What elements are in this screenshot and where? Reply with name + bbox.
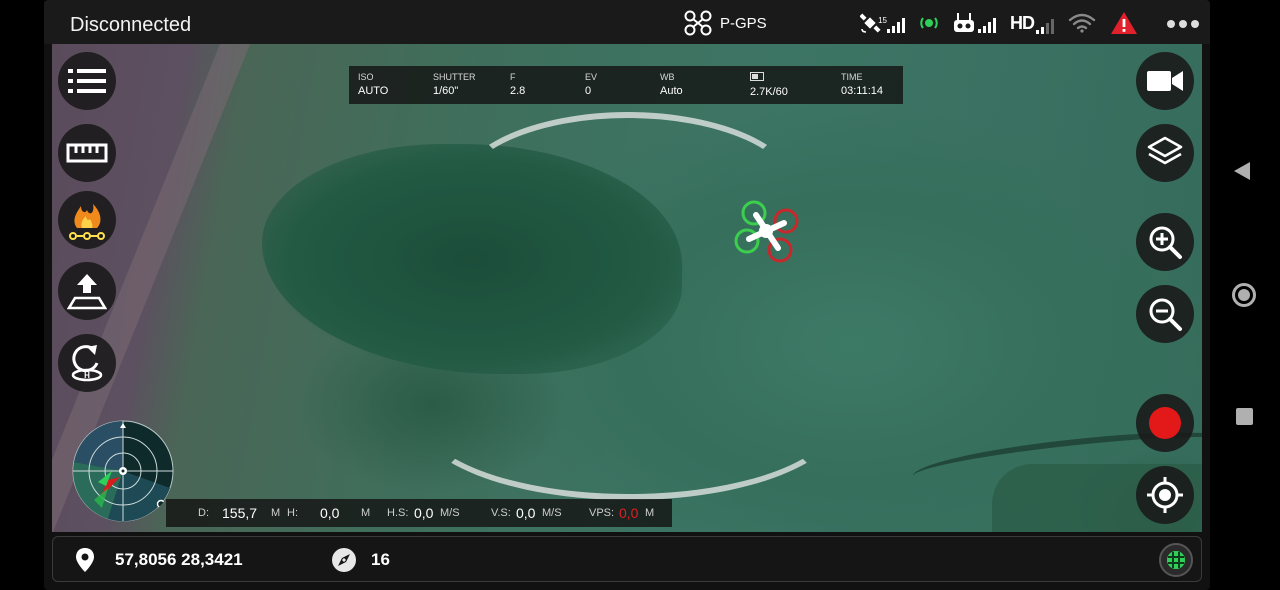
wb-value: Auto [660, 85, 683, 97]
controller-signal-bars [978, 17, 996, 33]
zoom-out-icon [1149, 298, 1182, 331]
wb-label: WB [660, 72, 675, 82]
vspeed-value: 0,0 [516, 505, 536, 521]
ruler-icon [66, 143, 108, 163]
video-camera-icon [1147, 71, 1183, 91]
iso-label: ISO [358, 72, 374, 82]
aircraft-marker-icon [734, 200, 799, 263]
warning-icon[interactable] [1110, 11, 1138, 35]
camera-mode-button[interactable] [1136, 52, 1194, 110]
menu-button[interactable] [58, 52, 116, 110]
drone-app: Disconnected P-GPS 15 HD ISO AUTO SHUTTE… [44, 0, 1210, 590]
distance-label: D: [198, 507, 209, 519]
height-label: H: [287, 507, 298, 519]
bottom-info-bar: 57,8056 28,3421 16 [52, 536, 1202, 582]
recording-time: TIME 03:11:14 [841, 72, 883, 97]
resolution-value: 2.7K/60 [750, 86, 788, 98]
zoom-in-icon [1149, 226, 1182, 259]
controller-signal[interactable] [953, 13, 996, 33]
video-link[interactable]: HD [1010, 13, 1054, 34]
fire-waypoint-icon [69, 204, 105, 240]
heading-value: 16 [371, 550, 390, 569]
locate-aircraft-button[interactable] [1136, 466, 1194, 524]
wifi-icon[interactable] [1068, 13, 1096, 33]
time-label: TIME [841, 72, 863, 82]
ev-setting[interactable]: EV 0 [585, 72, 597, 97]
aperture-setting[interactable]: F 2.8 [510, 72, 525, 97]
remote-controller-icon [954, 13, 974, 32]
layers-icon [1147, 136, 1183, 165]
shutter-value: 1/60" [433, 85, 459, 97]
video-resolution-setting[interactable]: 2.7K/60 [750, 72, 788, 98]
remote-signal-icon[interactable] [919, 13, 939, 33]
video-signal-bars [1036, 18, 1054, 34]
ev-label: EV [585, 72, 598, 82]
more-menu-icon[interactable] [1166, 12, 1200, 35]
home-icon[interactable] [1232, 283, 1256, 307]
target-icon [1147, 477, 1183, 513]
flight-mode-label: P-GPS [720, 14, 767, 32]
distance-unit: M [271, 507, 281, 519]
compass-icon [332, 548, 356, 572]
vps-value: 0,0 [619, 505, 639, 521]
flight-mode[interactable]: P-GPS [684, 10, 767, 36]
distance-value: 155,7 [222, 505, 258, 521]
shutter-label: SHUTTER [433, 72, 476, 82]
vps-label: VPS: [589, 507, 615, 519]
time-value: 03:11:14 [841, 85, 884, 97]
hspeed-value: 0,0 [414, 505, 434, 521]
vspeed-unit: M/S [542, 507, 562, 519]
connection-status[interactable]: Disconnected [70, 14, 191, 37]
radar-compass[interactable] [72, 420, 174, 522]
ev-value: 0 [585, 85, 592, 97]
shutter-setting[interactable]: SHUTTER 1/60" [433, 72, 476, 97]
height-unit: M [361, 507, 371, 519]
waypoint-mission-button[interactable] [58, 191, 116, 249]
record-icon [1149, 407, 1181, 439]
vps-unit: M [645, 507, 655, 519]
vspeed-label: V.S: [491, 507, 511, 519]
grid-toggle-button[interactable] [1159, 543, 1193, 577]
aircraft-icon [684, 10, 712, 36]
hd-label: HD [1010, 12, 1035, 33]
gps-signal-bars [887, 17, 905, 33]
measure-button[interactable] [58, 124, 116, 182]
camera-settings-bar[interactable]: ISO AUTO SHUTTER 1/60" F 2.8 EV 0 WB Aut… [349, 66, 903, 104]
iso-setting[interactable]: ISO AUTO [358, 72, 388, 97]
telemetry-bar: D: 155,7 M H: 0,0 M H.S: 0,0 M/S V.S: 0,… [166, 499, 672, 527]
status-bar: Disconnected P-GPS 15 HD [44, 0, 1210, 44]
wb-setting[interactable]: WB Auto [660, 72, 683, 97]
aperture-value: 2.8 [510, 85, 526, 97]
svg-text:H: H [84, 371, 90, 380]
aperture-label: F [510, 72, 516, 82]
attitude-arc-bottom [414, 330, 844, 500]
iso-value: AUTO [358, 85, 389, 97]
takeoff-button[interactable] [58, 262, 116, 320]
record-button[interactable] [1136, 394, 1194, 452]
hspeed-label: H.S: [387, 507, 409, 519]
gps-signal[interactable]: 15 [860, 13, 905, 33]
status-indicators: 15 HD [860, 8, 1200, 38]
takeoff-icon [67, 274, 107, 310]
list-icon [68, 69, 106, 93]
hspeed-unit: M/S [440, 507, 460, 519]
back-icon[interactable] [1234, 162, 1250, 180]
satellite-count: 15 [878, 16, 887, 25]
return-home-button[interactable]: H [58, 334, 116, 392]
location-pin-icon [76, 548, 94, 572]
map-layers-button[interactable] [1136, 124, 1194, 182]
zoom-out-button[interactable] [1136, 285, 1194, 343]
gps-coordinates: 57,8056 28,3421 [115, 550, 243, 569]
zoom-in-button[interactable] [1136, 213, 1194, 271]
video-format-icon [750, 72, 788, 83]
grid-icon [1167, 551, 1185, 569]
return-to-home-icon: H [71, 345, 103, 382]
recent-apps-icon[interactable] [1236, 408, 1253, 425]
height-value: 0,0 [320, 505, 340, 521]
